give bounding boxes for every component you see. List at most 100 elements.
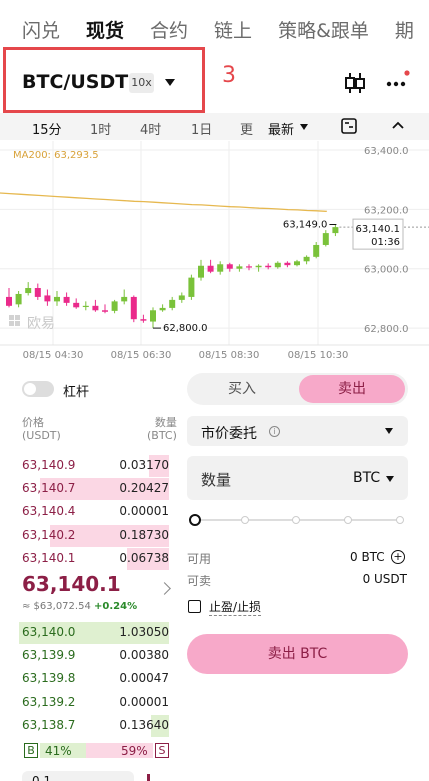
chevron-up-icon[interactable] (390, 117, 406, 133)
timeframe-4h[interactable]: 4时 (140, 119, 161, 138)
candle-body (303, 256, 310, 262)
candle-body (54, 296, 60, 302)
tab-options[interactable]: 期 (395, 16, 414, 43)
orderbook-qty: 0.00047 (119, 671, 169, 686)
orderbook-qty: 0.00001 (119, 694, 169, 709)
bid-row[interactable]: 63,139.9 0.00380 (0, 645, 175, 667)
slider-step-50[interactable] (292, 516, 300, 524)
depth-view-icon[interactable] (147, 774, 159, 781)
quantity-unit-selector[interactable]: BTC (353, 470, 380, 486)
candlestick-icon[interactable] (343, 70, 367, 96)
orderbook-qty: 0.00380 (119, 648, 169, 663)
timeframe-15m[interactable]: 15分 (32, 119, 62, 138)
tpsl-label[interactable]: 止盈/止损 (209, 598, 262, 616)
orderbook-price: 63,139.8 (22, 671, 76, 686)
low-label: 62,800.0 (163, 323, 208, 334)
chevron-down-icon[interactable] (385, 428, 393, 434)
x-tick-label: 08/15 06:30 (111, 350, 172, 361)
x-tick-label: 08/15 10:30 (288, 350, 349, 361)
orderbook-price: 63,140.2 (22, 527, 76, 542)
precision-selector[interactable]: 0.1 (22, 771, 134, 781)
sellable-label: 可卖 (187, 574, 212, 588)
amount-slider-handle[interactable] (189, 514, 201, 526)
bid-row[interactable]: 63,140.0 1.03050 (0, 622, 175, 644)
qty-header-line2: (BTC) (147, 429, 177, 442)
watermark-text: 欧易 (27, 316, 55, 332)
timeframe-1h[interactable]: 1时 (90, 119, 111, 138)
orderbook-price: 63,140.1 (22, 550, 76, 565)
candle-body (188, 277, 195, 297)
chevron-down-icon[interactable] (300, 124, 308, 130)
ma200-label: MA200: 63,293.5 (13, 150, 99, 161)
info-icon[interactable]: i (269, 426, 280, 437)
tab-spot[interactable]: 现货 (86, 16, 124, 43)
ask-row[interactable]: 63,140.4 0.00001 (0, 501, 175, 523)
candle-body (73, 302, 80, 308)
slider-step-75[interactable] (344, 516, 352, 524)
tpsl-checkbox[interactable] (188, 600, 201, 613)
chevron-down-icon[interactable] (386, 476, 394, 482)
orderbook-price: 63,140.0 (22, 625, 76, 639)
candle-body (25, 288, 32, 294)
tab-futures[interactable]: 合约 (150, 16, 188, 43)
slider-step-100[interactable] (396, 516, 404, 524)
candle-body (140, 319, 147, 321)
current-price-label: 63,140.1 (355, 224, 400, 235)
timeframe-1d[interactable]: 1日 (191, 119, 212, 138)
buy-tab[interactable]: 买入 (187, 373, 297, 405)
y-tick-label: 63,000.0 (364, 265, 409, 276)
candle-body (246, 266, 252, 268)
candle-body (130, 296, 137, 320)
high-label: 63,149.0 (283, 219, 328, 230)
watermark-logo-square (9, 321, 14, 326)
sell-ratio-badge: S (155, 743, 169, 758)
price-header-line2: (USDT) (22, 429, 61, 442)
annotation-number: 3 (222, 63, 236, 88)
transfer-plus-icon[interactable]: + (391, 550, 405, 564)
candle-body (207, 265, 214, 272)
last-price: 63,140.1 (22, 572, 121, 596)
buy-ratio-badge: B (24, 743, 38, 758)
timeframe-more[interactable]: 更 (240, 119, 253, 138)
y-tick-label: 62,800.0 (364, 324, 409, 335)
watermark-logo-square (15, 321, 20, 326)
leverage-toggle-knob (24, 383, 36, 395)
buy-ratio-value: 41% (45, 744, 72, 758)
order-type-label: 市价委托 (201, 426, 257, 442)
ask-row[interactable]: 63,140.9 0.03170 (0, 455, 175, 477)
x-tick-label: 08/15 08:30 (199, 350, 260, 361)
ask-row[interactable]: 63,140.1 0.06738 (0, 547, 175, 570)
tab-strategy-copy[interactable]: 策略&跟单 (278, 16, 369, 43)
orderbook-qty: 0.18730 (119, 527, 169, 542)
sell-submit-button[interactable]: 卖出 BTC (187, 634, 408, 674)
slider-step-25[interactable] (241, 516, 249, 524)
more-icon[interactable] (383, 70, 411, 96)
bid-row[interactable]: 63,138.7 0.13640 (0, 714, 175, 737)
watermark-logo-square (15, 315, 20, 320)
orderbook-qty: 0.13640 (119, 717, 169, 732)
price-change-percent: +0.24% (94, 601, 138, 612)
bid-row[interactable]: 63,139.2 0.00001 (0, 692, 175, 714)
x-tick-label: 08/15 04:30 (23, 350, 84, 361)
price-chart[interactable]: MA200: 63,293.5 欧易 63,400.0 63,200.0 63,00… (0, 141, 429, 365)
ask-row[interactable]: 63,140.2 0.18730 (0, 524, 175, 547)
candle-body (169, 299, 176, 308)
candle-body (322, 233, 329, 245)
pair-selector[interactable]: BTC/USDT (22, 71, 128, 93)
chart-settings-icon[interactable] (340, 117, 358, 135)
bid-row[interactable]: 63,139.8 0.00047 (0, 668, 175, 690)
tab-onchain[interactable]: 链上 (214, 16, 252, 43)
candle-body (284, 262, 291, 266)
chevron-right-icon[interactable] (158, 582, 171, 595)
tab-flash-swap[interactable]: 闪兑 (22, 16, 60, 43)
available-label: 可用 (187, 552, 212, 566)
sell-tab[interactable]: 卖出 (299, 375, 405, 403)
orderbook-qty-header: 数量 (BTC) (147, 416, 177, 442)
qty-header-line1: 数量 (154, 416, 177, 429)
chevron-down-icon[interactable] (165, 79, 175, 86)
last-price-usd: ≈ $63,072.54 +0.24% (22, 601, 137, 612)
candle-body (15, 293, 22, 305)
price-type-selector[interactable]: 最新 (268, 119, 294, 138)
orderbook-qty: 0.00001 (119, 504, 169, 519)
ask-row[interactable]: 63,140.7 0.20427 (0, 478, 175, 501)
